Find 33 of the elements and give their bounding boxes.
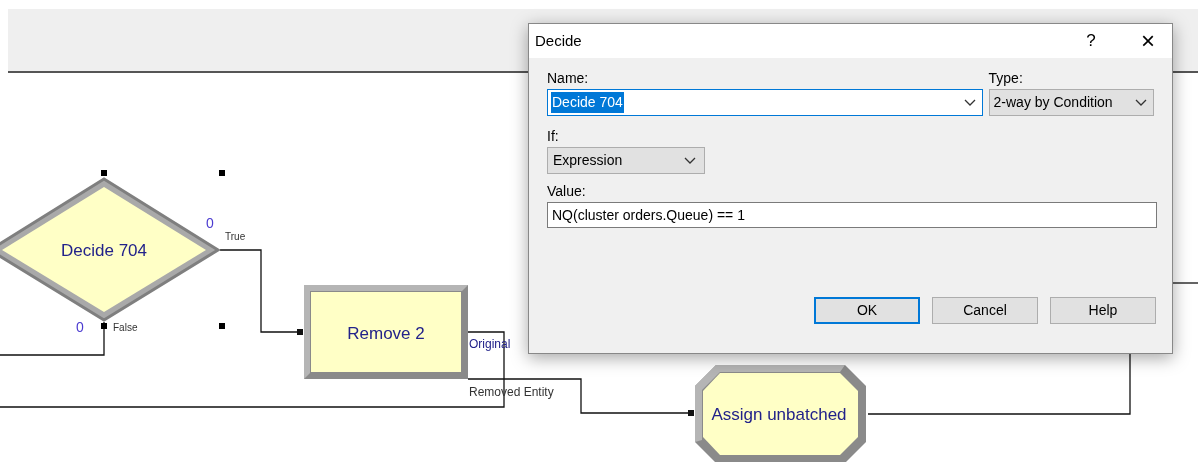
field-value: 2-way by Condition xyxy=(993,93,1113,112)
dialog-button[interactable]: Help xyxy=(1050,297,1156,324)
name-combo-box[interactable]: Decide 704 xyxy=(547,89,983,116)
node-label: Decide 704 xyxy=(61,241,147,260)
value-input[interactable]: NQ(cluster orders.Queue) == 1 xyxy=(547,202,1157,228)
counter-label: 0 xyxy=(76,319,84,335)
field-label: Type: xyxy=(988,69,1024,88)
dialog-button[interactable]: Cancel xyxy=(932,297,1038,324)
port-label: True xyxy=(225,231,246,242)
entry-port-icon xyxy=(297,329,303,335)
chevron-down-icon xyxy=(684,156,696,165)
counter-label: 0 xyxy=(206,215,214,231)
field-label: If: xyxy=(547,127,559,146)
help-button[interactable]: ? xyxy=(1076,28,1106,54)
window-title: Decide xyxy=(535,30,582,51)
flowchart-node[interactable] xyxy=(0,177,221,322)
chevron-down-icon xyxy=(1135,98,1147,107)
if-dropdown[interactable]: Expression xyxy=(547,147,705,174)
node-label: Remove 2 xyxy=(347,324,425,343)
field-label: Name: xyxy=(547,69,590,88)
field-value: Decide 704 xyxy=(551,92,624,113)
entry-port-icon xyxy=(688,410,694,416)
flowchart-node[interactable] xyxy=(695,365,866,462)
dialog-button[interactable]: OK xyxy=(814,297,920,324)
field-value: Expression xyxy=(553,151,623,170)
chevron-down-icon xyxy=(963,98,976,107)
type-dropdown[interactable]: 2-way by Condition xyxy=(988,89,1154,116)
connector-line xyxy=(1172,282,1198,284)
field-label: Value: xyxy=(547,182,586,201)
close-button[interactable]: × xyxy=(1130,29,1166,53)
port-label: False xyxy=(113,322,138,333)
node-label: Assign unbatched xyxy=(711,405,847,424)
flowchart-node[interactable] xyxy=(304,285,468,379)
